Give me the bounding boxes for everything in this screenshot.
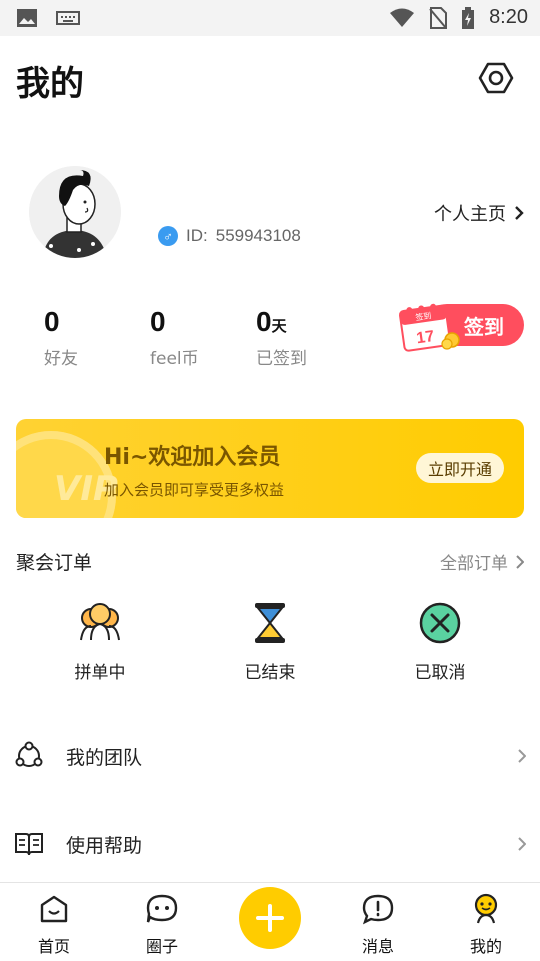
calendar-day-text: 17 <box>415 328 435 347</box>
chevron-right-icon <box>515 206 524 220</box>
homepage-link[interactable]: 个人主页 <box>434 200 524 226</box>
id-label: ID: <box>186 226 208 245</box>
user-id-row: ♂ ID: 559943108 <box>158 226 301 246</box>
nav-profile[interactable]: 我的 <box>446 883 526 957</box>
nav-label: 我的 <box>469 937 502 956</box>
nav-home[interactable]: 首页 <box>14 883 94 957</box>
stat-value: 0天 <box>256 306 287 337</box>
stat-feel-coin[interactable]: 0 feel币 <box>150 306 199 369</box>
order-finished[interactable]: 已结束 <box>210 600 330 683</box>
avatar-illustration <box>29 166 121 258</box>
status-bar: 8:20 <box>0 0 540 36</box>
all-orders-label: 全部订单 <box>440 554 508 574</box>
menu-item-help[interactable]: 使用帮助 <box>0 814 540 874</box>
stat-value: 0 <box>44 306 60 337</box>
nav-label: 圈子 <box>145 937 178 956</box>
battery-icon <box>462 6 475 29</box>
chat-bubble-icon <box>146 894 178 923</box>
image-icon <box>17 9 37 27</box>
vip-open-button[interactable]: 立即开通 <box>416 453 504 483</box>
page-title: 我的 <box>16 64 84 104</box>
stat-value: 0 <box>150 306 166 337</box>
stat-label: 已签到 <box>256 349 307 369</box>
order-pending[interactable]: 拼单中 <box>40 600 160 683</box>
chevron-right-icon <box>518 749 526 763</box>
order-label: 已结束 <box>244 663 296 683</box>
stat-signed-days[interactable]: 0天 已签到 <box>256 306 307 369</box>
keyboard-icon <box>56 11 80 25</box>
order-cancelled[interactable]: 已取消 <box>380 600 500 683</box>
order-label: 拼单中 <box>74 663 126 683</box>
message-icon <box>362 894 394 925</box>
team-icon <box>15 741 43 767</box>
id-value: 559943108 <box>215 226 301 245</box>
orders-title: 聚会订单 <box>16 552 93 574</box>
menu-label: 使用帮助 <box>66 834 143 857</box>
vip-banner[interactable]: VIP Hi~欢迎加入会员 加入会员即可享受更多权益 立即开通 <box>16 419 524 518</box>
create-button[interactable] <box>239 887 301 949</box>
bottom-nav: 首页 圈子 消息 我的 <box>0 882 540 961</box>
nav-label: 消息 <box>361 937 394 956</box>
vip-title: Hi~欢迎加入会员 <box>104 445 281 470</box>
stat-label: 好友 <box>44 349 78 369</box>
nav-label: 首页 <box>37 937 70 956</box>
wifi-icon <box>390 8 415 27</box>
stat-label: feel币 <box>150 349 199 369</box>
chevron-right-icon <box>518 837 526 851</box>
chevron-right-icon <box>516 554 524 569</box>
menu-label: 我的团队 <box>66 746 143 769</box>
home-icon <box>40 895 68 923</box>
settings-icon[interactable] <box>478 60 514 96</box>
status-time: 8:20 <box>489 6 528 28</box>
nav-circle[interactable]: 圈子 <box>122 883 202 957</box>
nav-messages[interactable]: 消息 <box>338 883 418 957</box>
homepage-link-label: 个人主页 <box>434 204 506 225</box>
hourglass-icon <box>255 603 285 643</box>
stat-friends[interactable]: 0 好友 <box>44 306 78 369</box>
order-label: 已取消 <box>414 663 466 683</box>
cancel-x-icon <box>419 602 461 644</box>
calendar-icon: 签到 17 <box>398 303 460 352</box>
status-right: 8:20 <box>389 6 528 29</box>
vip-subtitle: 加入会员即可享受更多权益 <box>104 481 285 499</box>
avatar[interactable] <box>29 166 121 258</box>
plus-icon <box>256 904 284 932</box>
menu-item-my-team[interactable]: 我的团队 <box>0 726 540 786</box>
all-orders-link[interactable]: 全部订单 <box>440 549 524 574</box>
book-icon <box>15 833 43 856</box>
group-people-icon <box>80 603 120 641</box>
gender-icon: ♂ <box>158 226 178 246</box>
profile-icon <box>474 893 498 924</box>
no-sim-icon <box>429 6 448 29</box>
signin-button[interactable]: 签到 签到 17 <box>396 300 526 352</box>
status-left <box>16 8 80 28</box>
